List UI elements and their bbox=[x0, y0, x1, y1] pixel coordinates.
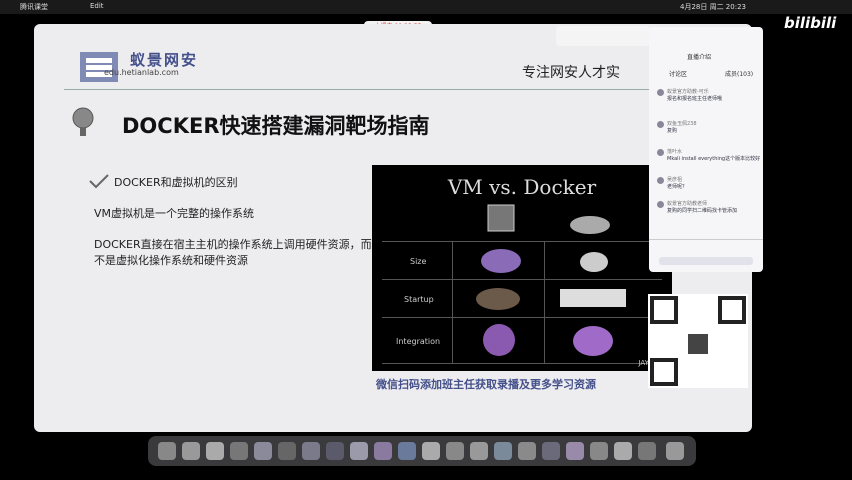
avatar bbox=[657, 177, 664, 184]
chrome-icon[interactable] bbox=[302, 442, 320, 460]
mail-icon[interactable] bbox=[230, 442, 248, 460]
list-item: 落叶水 Mkali install everything这个版本比较好 bbox=[657, 149, 761, 163]
vscode-icon[interactable] bbox=[398, 442, 416, 460]
header-divider bbox=[64, 89, 704, 90]
row-label-integration: Integration bbox=[396, 337, 441, 346]
panel-header[interactable]: 直播介绍 bbox=[687, 52, 711, 61]
tab-discussion[interactable]: 讨论区 bbox=[669, 69, 687, 78]
trash-icon[interactable] bbox=[666, 442, 684, 460]
brand-logo-icon bbox=[80, 52, 118, 82]
tab-members[interactable]: 成员(103) bbox=[725, 69, 753, 78]
app-icon[interactable] bbox=[470, 442, 488, 460]
notes-icon[interactable] bbox=[254, 442, 272, 460]
bilibili-watermark: bilibili bbox=[784, 14, 837, 32]
row-label-size: Size bbox=[410, 257, 427, 266]
panel-divider bbox=[649, 239, 763, 240]
terminal-icon[interactable] bbox=[326, 442, 344, 460]
grid-line bbox=[452, 241, 453, 363]
lightbulb-icon bbox=[72, 107, 94, 136]
app-icon[interactable] bbox=[542, 442, 560, 460]
app-icon[interactable] bbox=[422, 442, 440, 460]
launchpad-icon[interactable] bbox=[182, 442, 200, 460]
section-subtitle: DOCKER和虚拟机的区别 bbox=[114, 176, 238, 189]
grid-line bbox=[544, 241, 545, 363]
list-item: 双鱼玉佩238 复购 bbox=[657, 121, 761, 135]
brand-url: edu.hetianlab.com bbox=[104, 68, 179, 77]
angry-face-icon bbox=[483, 324, 515, 356]
list-item: 蚁景官方助教-可乐 报名和报名班主任老师哦 bbox=[657, 89, 761, 103]
app-icon[interactable] bbox=[518, 442, 536, 460]
grid-line bbox=[382, 363, 662, 364]
paragraph-docker: DOCKER直接在宿主主机的操作系统上调用硬件资源，而不是虚拟化操作系统和硬件资… bbox=[94, 238, 372, 267]
vm-vs-docker-figure: VM vs. Docker Size Startup Integration J… bbox=[372, 165, 672, 371]
avatar bbox=[657, 121, 664, 128]
avatar bbox=[657, 149, 664, 156]
slide: 蚁景网安 edu.hetianlab.com 专注网安人才实 DOCKER快速搭… bbox=[34, 24, 752, 432]
elephant-icon bbox=[481, 249, 521, 273]
menu-bar: 腾讯课堂 Edit 4月28日 周二 20:23 bbox=[0, 0, 852, 14]
app-icon[interactable] bbox=[590, 442, 608, 460]
docker-whale-icon bbox=[570, 216, 610, 234]
happy-face-icon bbox=[573, 326, 613, 356]
mouse-icon bbox=[580, 252, 608, 272]
virtualbox-icon bbox=[487, 204, 515, 232]
rabbit-icon bbox=[560, 289, 626, 307]
paragraph-vm: VM虚拟机是一个完整的操作系统 bbox=[94, 207, 255, 220]
drawing-toolbar[interactable] bbox=[556, 26, 650, 46]
chat-input[interactable] bbox=[659, 257, 753, 265]
turtle-icon bbox=[476, 288, 520, 310]
app-icon[interactable] bbox=[638, 442, 656, 460]
list-item: 吴彦祖 老师呢？ bbox=[657, 177, 761, 191]
safari-icon[interactable] bbox=[206, 442, 224, 460]
settings-icon[interactable] bbox=[278, 442, 296, 460]
slogan: 专注网安人才实 bbox=[522, 65, 620, 81]
checkmark-icon bbox=[89, 174, 109, 189]
qr-code-icon bbox=[648, 294, 748, 388]
menu-edit[interactable]: Edit bbox=[90, 2, 104, 10]
app-icon[interactable] bbox=[350, 442, 368, 460]
app-icon[interactable] bbox=[566, 442, 584, 460]
finder-icon[interactable] bbox=[158, 442, 176, 460]
slide-title: DOCKER快速搭建漏洞靶场指南 bbox=[122, 114, 430, 138]
list-item: 蚁景官方助教老师 复购的同学扫二维码找卡管添加 bbox=[657, 201, 761, 215]
app-icon[interactable] bbox=[614, 442, 632, 460]
wechat-caption: 微信扫码添加班主任获取录播及更多学习资源 bbox=[376, 378, 596, 391]
menu-clock: 4月28日 周二 20:23 bbox=[680, 3, 746, 11]
app-icon[interactable] bbox=[374, 442, 392, 460]
app-icon[interactable] bbox=[494, 442, 512, 460]
grid-line bbox=[382, 317, 662, 318]
menu-app-name[interactable]: 腾讯课堂 bbox=[20, 2, 48, 12]
app-icon[interactable] bbox=[446, 442, 464, 460]
dock bbox=[148, 436, 696, 466]
row-label-startup: Startup bbox=[404, 295, 434, 304]
figure-title: VM vs. Docker bbox=[447, 175, 597, 199]
grid-line bbox=[382, 279, 662, 280]
brand-name: 蚁景网安 bbox=[130, 51, 199, 69]
grid-line bbox=[382, 241, 662, 242]
avatar bbox=[657, 89, 664, 96]
avatar bbox=[657, 201, 664, 208]
chat-panel: 直播介绍 讨论区 成员(103) 蚁景官方助教-可乐 报名和报名班主任老师哦 双… bbox=[649, 27, 763, 272]
